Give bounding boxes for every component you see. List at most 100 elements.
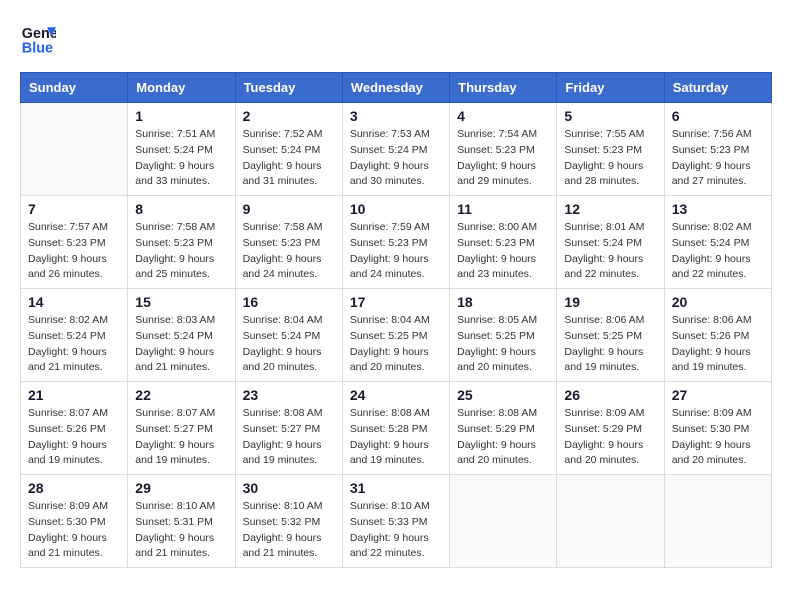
day-info: Sunrise: 8:00 AM Sunset: 5:23 PM Dayligh… xyxy=(457,220,549,283)
day-number: 31 xyxy=(350,480,442,496)
day-number: 29 xyxy=(135,480,227,496)
day-cell xyxy=(450,475,557,568)
day-cell: 2 Sunrise: 7:52 AM Sunset: 5:24 PM Daylig… xyxy=(235,103,342,196)
day-cell: 14 Sunrise: 8:02 AM Sunset: 5:24 PM Dayli… xyxy=(21,289,128,382)
day-number: 17 xyxy=(350,294,442,310)
day-number: 11 xyxy=(457,201,549,217)
day-info: Sunrise: 8:04 AM Sunset: 5:24 PM Dayligh… xyxy=(243,313,335,376)
day-number: 14 xyxy=(28,294,120,310)
page-header: General Blue xyxy=(20,20,772,56)
day-info: Sunrise: 8:08 AM Sunset: 5:28 PM Dayligh… xyxy=(350,406,442,469)
day-cell: 3 Sunrise: 7:53 AM Sunset: 5:24 PM Daylig… xyxy=(342,103,449,196)
day-cell: 9Sunrise: 7:58 AM Sunset: 5:23 PM Daylig… xyxy=(235,196,342,289)
day-cell: 11 Sunrise: 8:00 AM Sunset: 5:23 PM Dayli… xyxy=(450,196,557,289)
day-number: 24 xyxy=(350,387,442,403)
day-cell: 28Sunrise: 8:09 AM Sunset: 5:30 PM Dayli… xyxy=(21,475,128,568)
logo: General Blue xyxy=(20,20,60,56)
logo-icon: General Blue xyxy=(20,20,56,56)
day-cell: 21 Sunrise: 8:07 AM Sunset: 5:26 PM Dayli… xyxy=(21,382,128,475)
day-cell: 26 Sunrise: 8:09 AM Sunset: 5:29 PM Dayli… xyxy=(557,382,664,475)
day-cell: 20Sunrise: 8:06 AM Sunset: 5:26 PM Dayli… xyxy=(664,289,771,382)
day-cell: 13 Sunrise: 8:02 AM Sunset: 5:24 PM Dayli… xyxy=(664,196,771,289)
day-info: Sunrise: 8:08 AM Sunset: 5:29 PM Dayligh… xyxy=(457,406,549,469)
day-info: Sunrise: 8:09 AM Sunset: 5:30 PM Dayligh… xyxy=(28,499,120,562)
day-number: 30 xyxy=(243,480,335,496)
day-cell: 18 Sunrise: 8:05 AM Sunset: 5:25 PM Dayli… xyxy=(450,289,557,382)
day-info: Sunrise: 7:59 AM Sunset: 5:23 PM Dayligh… xyxy=(350,220,442,283)
day-cell xyxy=(21,103,128,196)
day-info: Sunrise: 7:51 AM Sunset: 5:24 PM Dayligh… xyxy=(135,127,227,190)
day-cell: 31 Sunrise: 8:10 AM Sunset: 5:33 PM Dayli… xyxy=(342,475,449,568)
day-number: 16 xyxy=(243,294,335,310)
day-number: 3 xyxy=(350,108,442,124)
day-cell: 8 Sunrise: 7:58 AM Sunset: 5:23 PM Daylig… xyxy=(128,196,235,289)
day-cell: 17 Sunrise: 8:04 AM Sunset: 5:25 PM Dayli… xyxy=(342,289,449,382)
day-number: 22 xyxy=(135,387,227,403)
day-info: Sunrise: 7:55 AM Sunset: 5:23 PM Dayligh… xyxy=(564,127,656,190)
day-number: 7 xyxy=(28,201,120,217)
day-cell: 19 Sunrise: 8:06 AM Sunset: 5:25 PM Dayli… xyxy=(557,289,664,382)
day-number: 23 xyxy=(243,387,335,403)
weekday-header-tuesday: Tuesday xyxy=(235,73,342,103)
day-info: Sunrise: 7:53 AM Sunset: 5:24 PM Dayligh… xyxy=(350,127,442,190)
day-cell: 22 Sunrise: 8:07 AM Sunset: 5:27 PM Dayli… xyxy=(128,382,235,475)
day-cell xyxy=(557,475,664,568)
weekday-header-sunday: Sunday xyxy=(21,73,128,103)
weekday-header-saturday: Saturday xyxy=(664,73,771,103)
day-number: 9 xyxy=(243,201,335,217)
day-cell: 27 Sunrise: 8:09 AM Sunset: 5:30 PM Dayli… xyxy=(664,382,771,475)
day-info: Sunrise: 8:06 AM Sunset: 5:25 PM Dayligh… xyxy=(564,313,656,376)
day-info: Sunrise: 7:52 AM Sunset: 5:24 PM Dayligh… xyxy=(243,127,335,190)
day-cell: 1 Sunrise: 7:51 AM Sunset: 5:24 PM Daylig… xyxy=(128,103,235,196)
day-number: 4 xyxy=(457,108,549,124)
day-info: Sunrise: 8:07 AM Sunset: 5:27 PM Dayligh… xyxy=(135,406,227,469)
day-cell: 15Sunrise: 8:03 AM Sunset: 5:24 PM Dayli… xyxy=(128,289,235,382)
week-row-2: 7Sunrise: 7:57 AM Sunset: 5:23 PM Daylig… xyxy=(21,196,772,289)
day-number: 10 xyxy=(350,201,442,217)
day-number: 6 xyxy=(672,108,764,124)
svg-text:Blue: Blue xyxy=(22,40,53,56)
day-number: 21 xyxy=(28,387,120,403)
day-info: Sunrise: 8:10 AM Sunset: 5:32 PM Dayligh… xyxy=(243,499,335,562)
day-number: 5 xyxy=(564,108,656,124)
day-info: Sunrise: 8:05 AM Sunset: 5:25 PM Dayligh… xyxy=(457,313,549,376)
day-number: 1 xyxy=(135,108,227,124)
weekday-header-thursday: Thursday xyxy=(450,73,557,103)
day-number: 26 xyxy=(564,387,656,403)
day-number: 12 xyxy=(564,201,656,217)
day-cell: 12 Sunrise: 8:01 AM Sunset: 5:24 PM Dayli… xyxy=(557,196,664,289)
calendar: SundayMondayTuesdayWednesdayThursdayFrid… xyxy=(20,72,772,568)
day-cell xyxy=(664,475,771,568)
week-row-1: 1 Sunrise: 7:51 AM Sunset: 5:24 PM Daylig… xyxy=(21,103,772,196)
day-info: Sunrise: 8:04 AM Sunset: 5:25 PM Dayligh… xyxy=(350,313,442,376)
day-number: 2 xyxy=(243,108,335,124)
day-number: 18 xyxy=(457,294,549,310)
day-cell: 16 Sunrise: 8:04 AM Sunset: 5:24 PM Dayli… xyxy=(235,289,342,382)
day-info: Sunrise: 8:09 AM Sunset: 5:29 PM Dayligh… xyxy=(564,406,656,469)
day-info: Sunrise: 8:09 AM Sunset: 5:30 PM Dayligh… xyxy=(672,406,764,469)
day-info: Sunrise: 7:54 AM Sunset: 5:23 PM Dayligh… xyxy=(457,127,549,190)
day-info: Sunrise: 8:06 AM Sunset: 5:26 PM Dayligh… xyxy=(672,313,764,376)
day-info: Sunrise: 8:10 AM Sunset: 5:31 PM Dayligh… xyxy=(135,499,227,562)
day-info: Sunrise: 8:01 AM Sunset: 5:24 PM Dayligh… xyxy=(564,220,656,283)
week-row-4: 21 Sunrise: 8:07 AM Sunset: 5:26 PM Dayli… xyxy=(21,382,772,475)
day-info: Sunrise: 8:10 AM Sunset: 5:33 PM Dayligh… xyxy=(350,499,442,562)
day-number: 19 xyxy=(564,294,656,310)
weekday-header-row: SundayMondayTuesdayWednesdayThursdayFrid… xyxy=(21,73,772,103)
day-number: 13 xyxy=(672,201,764,217)
day-number: 8 xyxy=(135,201,227,217)
weekday-header-monday: Monday xyxy=(128,73,235,103)
day-cell: 23Sunrise: 8:08 AM Sunset: 5:27 PM Dayli… xyxy=(235,382,342,475)
day-info: Sunrise: 8:07 AM Sunset: 5:26 PM Dayligh… xyxy=(28,406,120,469)
day-info: Sunrise: 7:58 AM Sunset: 5:23 PM Dayligh… xyxy=(135,220,227,283)
day-number: 25 xyxy=(457,387,549,403)
day-info: Sunrise: 8:02 AM Sunset: 5:24 PM Dayligh… xyxy=(28,313,120,376)
day-info: Sunrise: 8:02 AM Sunset: 5:24 PM Dayligh… xyxy=(672,220,764,283)
day-cell: 4 Sunrise: 7:54 AM Sunset: 5:23 PM Daylig… xyxy=(450,103,557,196)
day-number: 27 xyxy=(672,387,764,403)
day-cell: 30 Sunrise: 8:10 AM Sunset: 5:32 PM Dayli… xyxy=(235,475,342,568)
day-info: Sunrise: 8:03 AM Sunset: 5:24 PM Dayligh… xyxy=(135,313,227,376)
week-row-3: 14 Sunrise: 8:02 AM Sunset: 5:24 PM Dayli… xyxy=(21,289,772,382)
day-info: Sunrise: 7:56 AM Sunset: 5:23 PM Dayligh… xyxy=(672,127,764,190)
day-cell: 5 Sunrise: 7:55 AM Sunset: 5:23 PM Daylig… xyxy=(557,103,664,196)
